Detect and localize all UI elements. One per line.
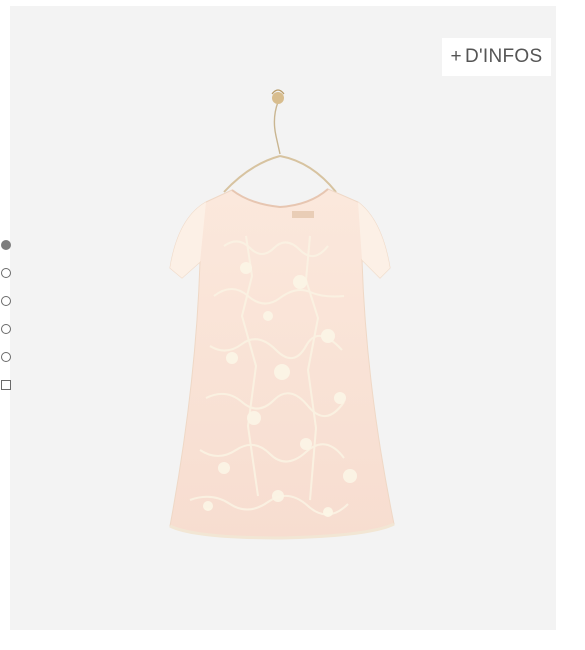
more-info-label: D'INFOS bbox=[464, 46, 543, 67]
product-image-panel: + D'INFOS bbox=[10, 6, 556, 630]
gallery-dot-3[interactable] bbox=[1, 296, 11, 306]
plus-icon: + bbox=[450, 46, 462, 67]
dress-shape bbox=[169, 188, 395, 540]
gallery-dot-2[interactable] bbox=[1, 268, 11, 278]
more-info-button[interactable]: + D'INFOS bbox=[442, 38, 551, 76]
product-photo-dress bbox=[169, 89, 395, 540]
gallery-dot-4[interactable] bbox=[1, 324, 11, 334]
gallery-dot-5[interactable] bbox=[1, 352, 11, 362]
hanger-icon bbox=[223, 89, 337, 193]
gallery-video-square-icon[interactable] bbox=[1, 380, 11, 390]
gallery-dot-1[interactable] bbox=[1, 240, 11, 250]
